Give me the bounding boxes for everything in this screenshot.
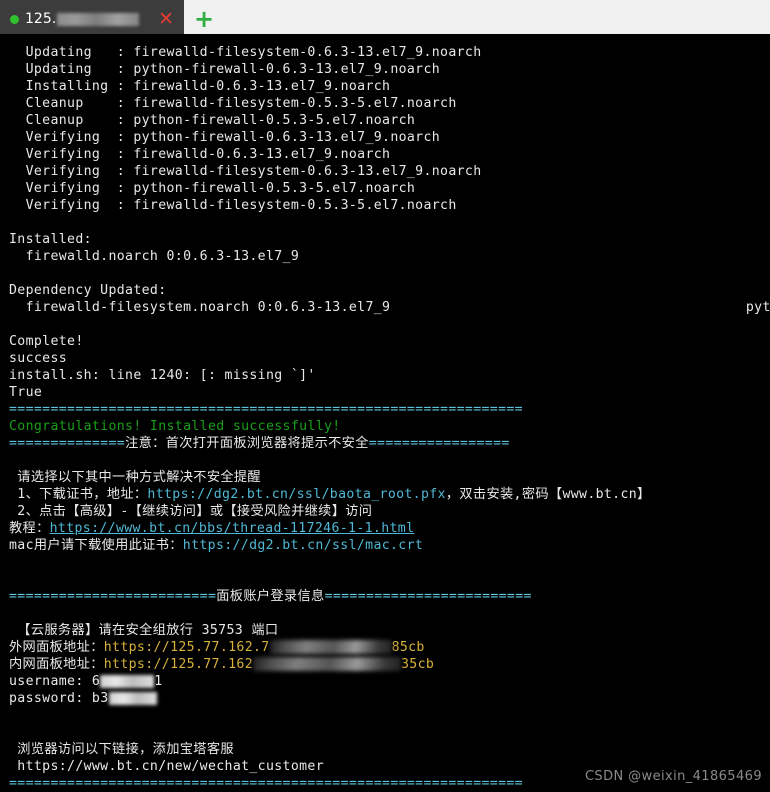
login-header-text: 面板账户登录信息 xyxy=(216,589,325,604)
mac-cert-line: mac用户请下载使用此证书：https://dg2.bt.cn/ssl/mac.… xyxy=(9,537,770,554)
step-1-url[interactable]: https://dg2.bt.cn/ssl/baota_root.pfx xyxy=(147,487,445,502)
internal-url-redacted-block xyxy=(252,657,401,671)
congratulations-message: Congratulations! Installed successfully! xyxy=(9,419,341,434)
blank-line-c xyxy=(9,571,770,588)
blank-line-b xyxy=(9,554,770,571)
cloud-server-port-line: 【云服务器】请在安全组放行 35753 端口 xyxy=(9,622,770,639)
step-2-line: 2、点击【高级】-【继续访问】或【接受风险并继续】访问 xyxy=(9,504,373,519)
terminal-line-l01: Updating : firewalld-filesystem-0.6.3-13… xyxy=(9,45,482,60)
connection-status-dot xyxy=(10,14,19,24)
internal-panel-url[interactable]: https://125.77.162 xyxy=(104,657,253,672)
terminal-line-l16: firewalld-filesystem.noarch 0:0.6.3-13.e… xyxy=(9,299,770,316)
choose-method-line: 请选择以下其中一种方式解决不安全提醒 xyxy=(9,470,261,485)
password-visible-start: b3 xyxy=(91,691,109,706)
notice-text: 注意：首次打开面板浏览器将提示不安全 xyxy=(125,436,369,451)
terminal-line-l06: Verifying : python-firewall-0.6.3-13.el7… xyxy=(9,130,441,145)
terminal-line-l15: Dependency Updated: xyxy=(9,283,167,298)
wechat-instruction-line: 浏览器访问以下链接，添加宝塔客服 xyxy=(9,742,234,757)
terminal-line-l04: Cleanup : firewalld-filesystem-0.5.3-5.e… xyxy=(9,96,457,111)
separator-line-1: ========================================… xyxy=(9,402,523,417)
username-visible-start: 6 xyxy=(91,674,101,689)
cloud-server-port: 35753 xyxy=(201,623,244,638)
password-line: password: b3 xyxy=(9,690,770,707)
new-tab-button[interactable]: + xyxy=(184,0,224,38)
external-url-tail: 85cb xyxy=(391,640,425,655)
tab-title-text: 125. xyxy=(25,11,57,27)
cloud-server-prefix: 【云服务器】请在安全组放行 xyxy=(9,623,202,638)
terminal-line-l08: Verifying : firewalld-filesystem-0.6.3-1… xyxy=(9,164,482,179)
login-eq-right: ========================= xyxy=(324,589,532,604)
blank-line-f xyxy=(9,724,770,741)
tab-title: 125. xyxy=(25,11,140,27)
step-1-suffix: ，双击安装,密码【www.bt.cn】 xyxy=(445,487,651,502)
password-label: password: xyxy=(9,691,92,706)
terminal-line-l13: firewalld.noarch 0:0.6.3-13.el7_9 xyxy=(9,249,300,264)
tutorial-label: 教程： xyxy=(9,521,50,536)
mac-cert-label: mac用户请下载使用此证书： xyxy=(9,538,183,553)
terminal-line-l12: Installed: xyxy=(9,232,92,247)
notice-eq-right: ================= xyxy=(368,436,510,451)
tutorial-url[interactable]: https://www.bt.cn/bbs/thread-117246-1-1.… xyxy=(50,521,415,536)
terminal-line-l10: Verifying : firewalld-filesystem-0.5.3-5… xyxy=(9,198,457,213)
terminal-line-l09: Verifying : python-firewall-0.5.3-5.el7.… xyxy=(9,181,416,196)
terminal-line-l17 xyxy=(9,316,770,333)
terminal-output-area[interactable]: Updating : firewalld-filesystem-0.6.3-13… xyxy=(0,38,770,792)
login-eq-left: ========================= xyxy=(9,589,217,604)
terminal-tab[interactable]: 125. ✕ xyxy=(0,0,185,38)
blank-line-d xyxy=(9,605,770,622)
username-visible-end: 1 xyxy=(154,674,163,689)
terminal-line-l03: Installing : firewalld-0.6.3-13.el7_9.no… xyxy=(9,79,391,94)
yum-transaction-output: Updating : firewalld-filesystem-0.6.3-13… xyxy=(9,44,770,401)
username-label: username: xyxy=(9,674,92,689)
username-redacted-block xyxy=(100,674,155,688)
cloud-server-suffix: 端口 xyxy=(243,623,279,638)
step-1-line: 1、下载证书，地址：https://dg2.bt.cn/ssl/baota_ro… xyxy=(9,486,770,503)
mac-cert-url[interactable]: https://dg2.bt.cn/ssl/mac.crt xyxy=(183,538,423,553)
terminal-line-overflow-text: pyth xyxy=(745,300,770,315)
notice-eq-left: ============== xyxy=(9,436,126,451)
close-icon[interactable]: ✕ xyxy=(158,9,174,29)
terminal-line-l21: True xyxy=(9,385,43,400)
terminal-line-l20: install.sh: line 1240: [: missing `]' xyxy=(9,368,316,383)
tab-bar: 125. ✕ + xyxy=(0,0,770,38)
terminal-line-l14 xyxy=(9,265,770,282)
username-line: username: 6 1 xyxy=(9,673,770,690)
terminal-line-l19: success xyxy=(9,351,68,366)
blank-line-e xyxy=(9,707,770,724)
login-info-header: =========================面板账户登录信息=======… xyxy=(9,588,770,605)
terminal-line-l05: Cleanup : python-firewall-0.5.3-5.el7.no… xyxy=(9,113,416,128)
terminal-line-l11 xyxy=(9,214,770,231)
internal-panel-address-line: 内网面板地址：https://125.77.162 35cb xyxy=(9,656,770,673)
external-panel-label: 外网面板地址： xyxy=(9,640,104,655)
blank-line-a xyxy=(9,452,770,469)
external-panel-address-line: 外网面板地址：https://125.77.162.7 85cb xyxy=(9,639,770,656)
tab-title-redacted-block xyxy=(57,12,140,26)
tutorial-line: 教程：https://www.bt.cn/bbs/thread-117246-1… xyxy=(9,520,770,537)
password-redacted-block xyxy=(108,691,157,705)
internal-url-tail: 35cb xyxy=(400,657,435,672)
external-panel-url[interactable]: https://125.77.162.7 xyxy=(104,640,270,655)
terminal-line-l18: Complete! xyxy=(9,334,84,349)
csdn-watermark: CSDN @weixin_41865469 xyxy=(584,769,762,784)
step-1-prefix: 1、下载证书，地址： xyxy=(9,487,148,502)
external-url-redacted-block xyxy=(269,640,392,654)
terminal-line-l07: Verifying : firewalld-0.6.3-13.el7_9.noa… xyxy=(9,147,391,162)
security-notice-line: ==============注意：首次打开面板浏览器将提示不安全========… xyxy=(9,435,770,452)
terminal-line-l02: Updating : python-firewall-0.6.3-13.el7_… xyxy=(9,62,441,77)
internal-panel-label: 内网面板地址： xyxy=(9,657,104,672)
